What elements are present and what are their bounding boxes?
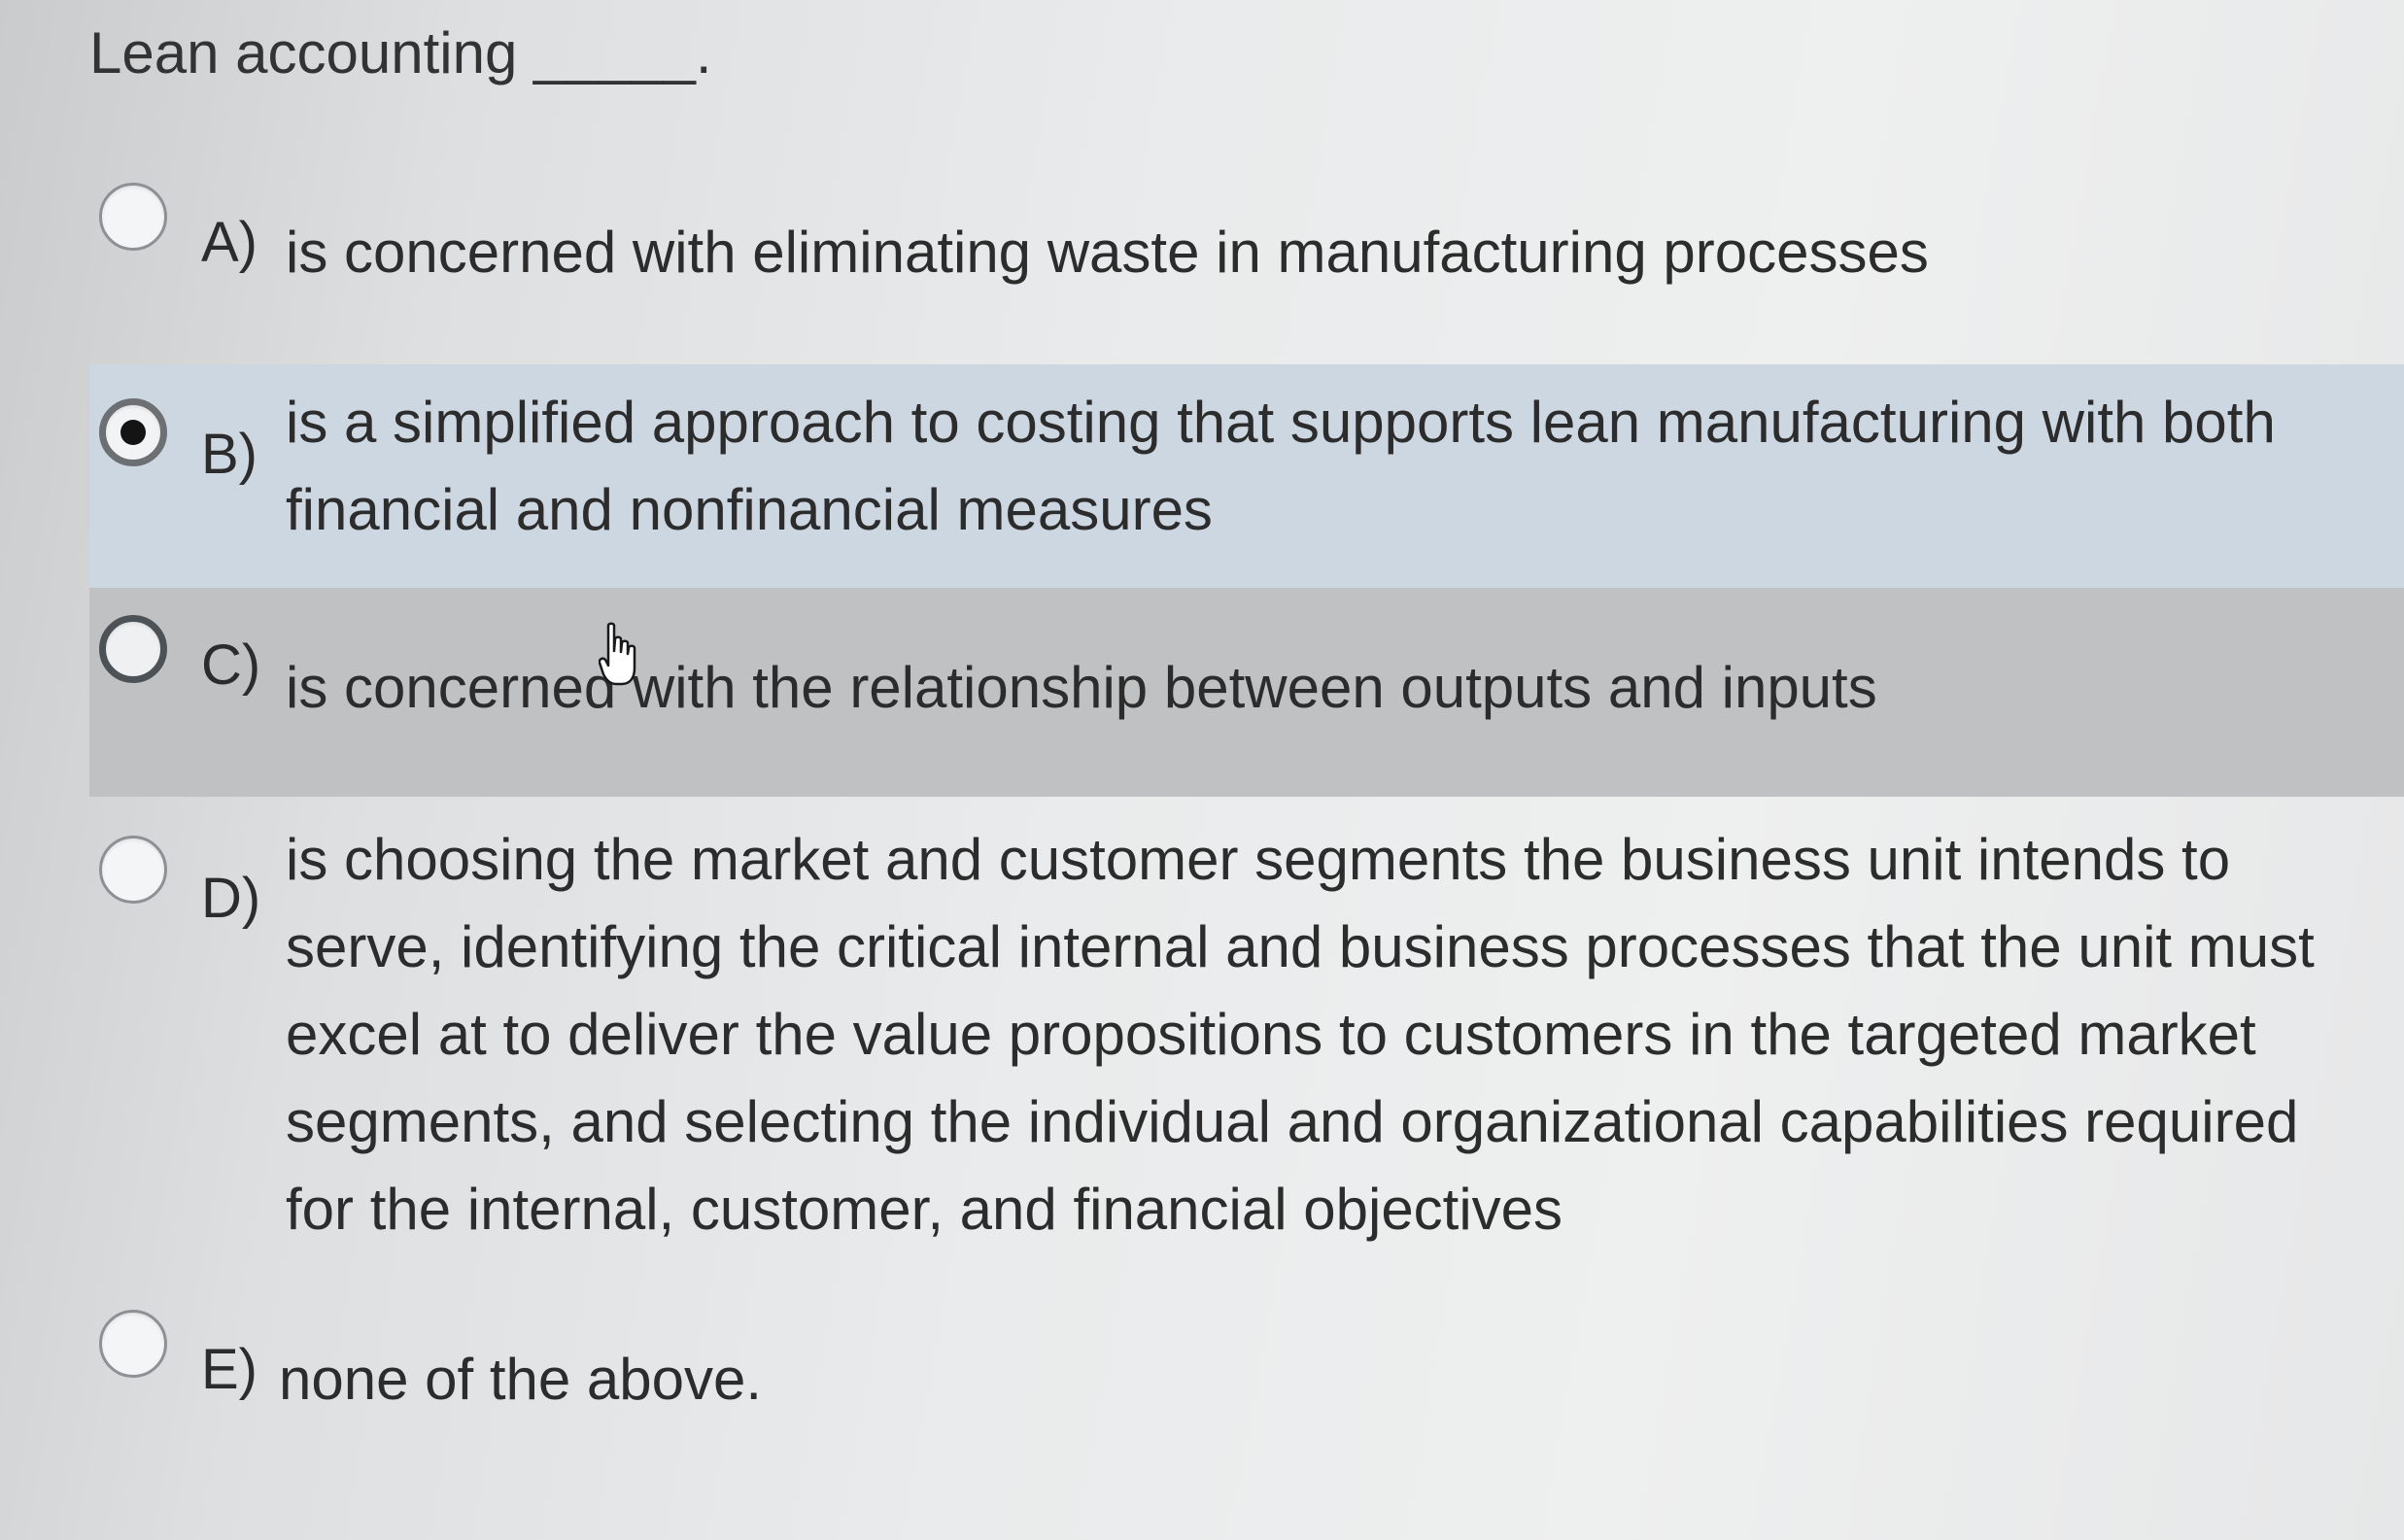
option-letter: D) [201,867,261,930]
radio-button-icon[interactable] [99,1310,167,1378]
option-d[interactable]: D) is choosing the market and customer s… [89,806,2404,1273]
hand-pointer-icon [599,622,636,686]
option-a[interactable]: A) is concerned with eliminating waste i… [89,165,2404,330]
question-text: Lean accounting _____. [89,20,712,86]
radio-button-icon[interactable] [99,398,167,466]
option-c[interactable]: C) is concerned with the relationship be… [89,588,2404,797]
radio-button-icon[interactable] [99,615,167,683]
option-letter: C) [201,633,261,697]
option-letter: A) [201,211,258,274]
option-letter: E) [201,1338,258,1401]
radio-button-icon[interactable] [99,836,167,904]
option-text: is concerned with eliminating waste in m… [286,220,1929,285]
option-text: none of the above. [279,1347,763,1412]
option-text: is choosing the market and customer segm… [286,827,2315,1242]
option-e[interactable]: E) none of the above. [89,1292,2404,1438]
option-b[interactable]: B) is a simplified approach to costing t… [89,364,2404,588]
radio-button-icon[interactable] [99,183,167,251]
option-text: is a simplified approach to costing that… [286,390,2276,542]
option-text: is concerned with the relationship betwe… [286,655,1877,720]
option-letter: B) [201,423,258,486]
